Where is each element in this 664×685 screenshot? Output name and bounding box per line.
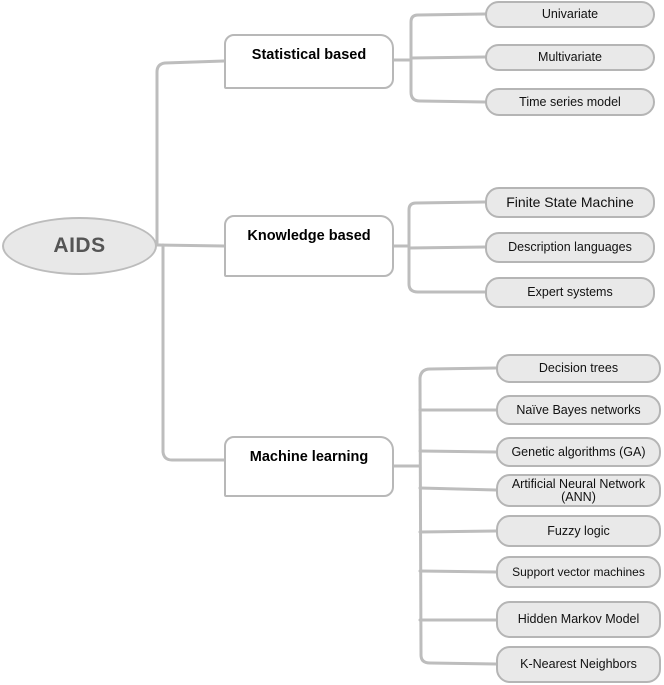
leaf-support-vector-machines: Support vector machines (496, 556, 661, 588)
leaf-label: Time series model (519, 94, 621, 109)
leaf-hidden-markov-model: Hidden Markov Model (496, 601, 661, 638)
root-node-aids: AIDS (2, 217, 157, 275)
leaf-label: Fuzzy logic (547, 523, 610, 538)
connector-root-to-ml (161, 243, 226, 462)
connector-statistical-spine (409, 12, 487, 104)
leaf-univariate: Univariate (485, 1, 655, 28)
leaf-finite-state-machine: Finite State Machine (485, 187, 655, 218)
leaf-label: Genetic algorithms (GA) (511, 444, 646, 459)
leaf-fuzzy-logic: Fuzzy logic (496, 515, 661, 547)
category-label: Statistical based (251, 47, 367, 63)
leaf-genetic-algorithms: Genetic algorithms (GA) (496, 437, 661, 467)
leaf-k-nearest-neighbors: K-Nearest Neighbors (496, 646, 661, 683)
connector-root-to-statistical (155, 59, 226, 247)
leaf-artificial-neural-network: Artificial Neural Network (ANN) (496, 474, 661, 507)
leaf-label: Description languages (508, 240, 632, 254)
leaf-label: Naïve Bayes networks (516, 402, 641, 417)
leaf-label: Hidden Markov Model (517, 612, 640, 626)
leaf-label: Finite State Machine (506, 194, 634, 210)
leaf-label: K-Nearest Neighbors (520, 657, 637, 671)
category-knowledge-based: Knowledge based (224, 215, 394, 277)
leaf-decision-trees: Decision trees (496, 354, 661, 383)
connector-knowledge-spine (407, 200, 487, 294)
connector-ml-leaves (418, 408, 498, 622)
leaf-description-languages: Description languages (485, 232, 655, 263)
leaf-label: Artificial Neural Network (ANN) (511, 476, 646, 504)
leaf-expert-systems: Expert systems (485, 277, 655, 308)
leaf-label: Univariate (541, 7, 599, 21)
leaf-time-series-model: Time series model (485, 88, 655, 116)
leaf-multivariate: Multivariate (485, 44, 655, 71)
leaf-label: Multivariate (538, 50, 602, 64)
category-label: Machine learning (249, 449, 369, 465)
leaf-label: Expert systems (527, 285, 613, 299)
leaf-label: Support vector machines (512, 564, 645, 579)
category-machine-learning: Machine learning (224, 436, 394, 497)
root-label: AIDS (53, 234, 106, 257)
category-label: Knowledge based (247, 228, 371, 244)
category-statistical-based: Statistical based (224, 34, 394, 89)
leaf-naive-bayes-networks: Naïve Bayes networks (496, 395, 661, 425)
connector-root-to-knowledge (155, 243, 226, 248)
leaf-label: Decision trees (538, 361, 619, 375)
